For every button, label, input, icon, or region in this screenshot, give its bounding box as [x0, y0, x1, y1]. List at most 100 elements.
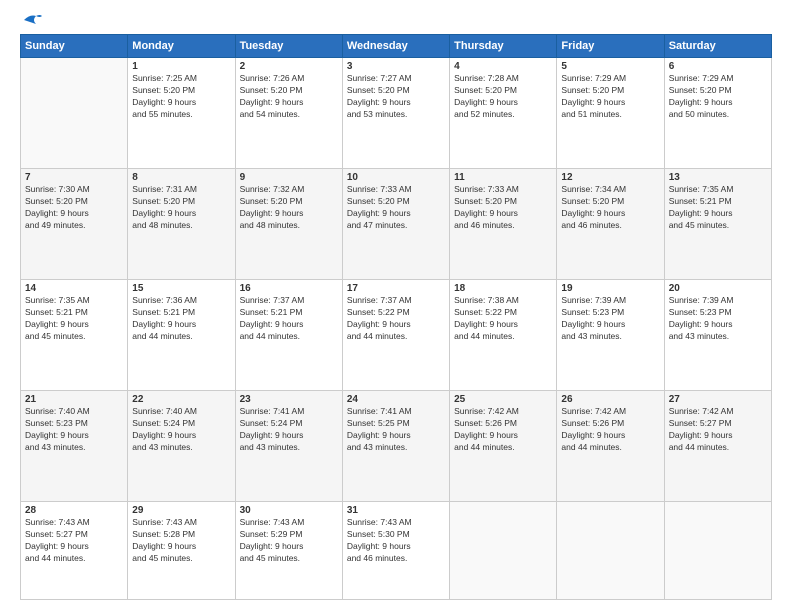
day-info: Sunrise: 7:33 AMSunset: 5:20 PMDaylight:… — [454, 184, 552, 232]
calendar-cell: 13Sunrise: 7:35 AMSunset: 5:21 PMDayligh… — [664, 169, 771, 280]
day-number: 21 — [25, 394, 123, 405]
header — [20, 16, 772, 24]
calendar-week-row: 7Sunrise: 7:30 AMSunset: 5:20 PMDaylight… — [21, 169, 772, 280]
calendar-cell: 26Sunrise: 7:42 AMSunset: 5:26 PMDayligh… — [557, 391, 664, 502]
day-info: Sunrise: 7:32 AMSunset: 5:20 PMDaylight:… — [240, 184, 338, 232]
day-number: 1 — [132, 61, 230, 72]
calendar-cell — [21, 58, 128, 169]
calendar-header-sunday: Sunday — [21, 35, 128, 58]
calendar-header-friday: Friday — [557, 35, 664, 58]
day-number: 29 — [132, 505, 230, 516]
calendar-header-saturday: Saturday — [664, 35, 771, 58]
calendar-header-tuesday: Tuesday — [235, 35, 342, 58]
day-number: 20 — [669, 283, 767, 294]
calendar-cell: 29Sunrise: 7:43 AMSunset: 5:28 PMDayligh… — [128, 502, 235, 600]
calendar-header-row: SundayMondayTuesdayWednesdayThursdayFrid… — [21, 35, 772, 58]
day-info: Sunrise: 7:31 AMSunset: 5:20 PMDaylight:… — [132, 184, 230, 232]
calendar-cell — [450, 502, 557, 600]
calendar-week-row: 21Sunrise: 7:40 AMSunset: 5:23 PMDayligh… — [21, 391, 772, 502]
calendar-cell — [664, 502, 771, 600]
day-info: Sunrise: 7:25 AMSunset: 5:20 PMDaylight:… — [132, 73, 230, 121]
calendar-cell: 6Sunrise: 7:29 AMSunset: 5:20 PMDaylight… — [664, 58, 771, 169]
calendar-cell: 19Sunrise: 7:39 AMSunset: 5:23 PMDayligh… — [557, 280, 664, 391]
day-number: 10 — [347, 172, 445, 183]
calendar-cell: 4Sunrise: 7:28 AMSunset: 5:20 PMDaylight… — [450, 58, 557, 169]
day-info: Sunrise: 7:27 AMSunset: 5:20 PMDaylight:… — [347, 73, 445, 121]
day-number: 16 — [240, 283, 338, 294]
day-info: Sunrise: 7:30 AMSunset: 5:20 PMDaylight:… — [25, 184, 123, 232]
calendar-cell: 15Sunrise: 7:36 AMSunset: 5:21 PMDayligh… — [128, 280, 235, 391]
calendar-cell: 27Sunrise: 7:42 AMSunset: 5:27 PMDayligh… — [664, 391, 771, 502]
calendar-week-row: 1Sunrise: 7:25 AMSunset: 5:20 PMDaylight… — [21, 58, 772, 169]
calendar-header-thursday: Thursday — [450, 35, 557, 58]
day-number: 12 — [561, 172, 659, 183]
calendar-cell: 21Sunrise: 7:40 AMSunset: 5:23 PMDayligh… — [21, 391, 128, 502]
day-number: 5 — [561, 61, 659, 72]
calendar-cell: 30Sunrise: 7:43 AMSunset: 5:29 PMDayligh… — [235, 502, 342, 600]
day-number: 19 — [561, 283, 659, 294]
day-info: Sunrise: 7:37 AMSunset: 5:22 PMDaylight:… — [347, 295, 445, 343]
calendar-cell: 20Sunrise: 7:39 AMSunset: 5:23 PMDayligh… — [664, 280, 771, 391]
calendar-cell: 24Sunrise: 7:41 AMSunset: 5:25 PMDayligh… — [342, 391, 449, 502]
day-info: Sunrise: 7:40 AMSunset: 5:24 PMDaylight:… — [132, 406, 230, 454]
calendar-cell: 23Sunrise: 7:41 AMSunset: 5:24 PMDayligh… — [235, 391, 342, 502]
day-number: 27 — [669, 394, 767, 405]
day-number: 26 — [561, 394, 659, 405]
calendar-cell: 1Sunrise: 7:25 AMSunset: 5:20 PMDaylight… — [128, 58, 235, 169]
day-number: 28 — [25, 505, 123, 516]
day-info: Sunrise: 7:42 AMSunset: 5:26 PMDaylight:… — [561, 406, 659, 454]
day-info: Sunrise: 7:41 AMSunset: 5:24 PMDaylight:… — [240, 406, 338, 454]
day-info: Sunrise: 7:34 AMSunset: 5:20 PMDaylight:… — [561, 184, 659, 232]
day-number: 9 — [240, 172, 338, 183]
day-number: 30 — [240, 505, 338, 516]
day-number: 31 — [347, 505, 445, 516]
day-info: Sunrise: 7:43 AMSunset: 5:27 PMDaylight:… — [25, 517, 123, 565]
calendar-week-row: 28Sunrise: 7:43 AMSunset: 5:27 PMDayligh… — [21, 502, 772, 600]
calendar-cell: 12Sunrise: 7:34 AMSunset: 5:20 PMDayligh… — [557, 169, 664, 280]
calendar-cell: 3Sunrise: 7:27 AMSunset: 5:20 PMDaylight… — [342, 58, 449, 169]
day-info: Sunrise: 7:42 AMSunset: 5:27 PMDaylight:… — [669, 406, 767, 454]
day-number: 7 — [25, 172, 123, 183]
day-info: Sunrise: 7:38 AMSunset: 5:22 PMDaylight:… — [454, 295, 552, 343]
day-info: Sunrise: 7:36 AMSunset: 5:21 PMDaylight:… — [132, 295, 230, 343]
day-number: 2 — [240, 61, 338, 72]
calendar-cell: 2Sunrise: 7:26 AMSunset: 5:20 PMDaylight… — [235, 58, 342, 169]
calendar-cell: 22Sunrise: 7:40 AMSunset: 5:24 PMDayligh… — [128, 391, 235, 502]
day-number: 4 — [454, 61, 552, 72]
calendar-cell: 25Sunrise: 7:42 AMSunset: 5:26 PMDayligh… — [450, 391, 557, 502]
calendar-week-row: 14Sunrise: 7:35 AMSunset: 5:21 PMDayligh… — [21, 280, 772, 391]
calendar-cell: 14Sunrise: 7:35 AMSunset: 5:21 PMDayligh… — [21, 280, 128, 391]
day-info: Sunrise: 7:43 AMSunset: 5:28 PMDaylight:… — [132, 517, 230, 565]
day-info: Sunrise: 7:29 AMSunset: 5:20 PMDaylight:… — [561, 73, 659, 121]
day-number: 13 — [669, 172, 767, 183]
day-number: 23 — [240, 394, 338, 405]
day-info: Sunrise: 7:41 AMSunset: 5:25 PMDaylight:… — [347, 406, 445, 454]
day-number: 17 — [347, 283, 445, 294]
day-info: Sunrise: 7:40 AMSunset: 5:23 PMDaylight:… — [25, 406, 123, 454]
calendar-cell: 28Sunrise: 7:43 AMSunset: 5:27 PMDayligh… — [21, 502, 128, 600]
day-info: Sunrise: 7:43 AMSunset: 5:29 PMDaylight:… — [240, 517, 338, 565]
day-info: Sunrise: 7:35 AMSunset: 5:21 PMDaylight:… — [669, 184, 767, 232]
calendar-cell: 10Sunrise: 7:33 AMSunset: 5:20 PMDayligh… — [342, 169, 449, 280]
calendar-cell — [557, 502, 664, 600]
calendar-header-wednesday: Wednesday — [342, 35, 449, 58]
calendar-cell: 9Sunrise: 7:32 AMSunset: 5:20 PMDaylight… — [235, 169, 342, 280]
calendar-cell: 5Sunrise: 7:29 AMSunset: 5:20 PMDaylight… — [557, 58, 664, 169]
calendar-cell: 17Sunrise: 7:37 AMSunset: 5:22 PMDayligh… — [342, 280, 449, 391]
day-info: Sunrise: 7:39 AMSunset: 5:23 PMDaylight:… — [561, 295, 659, 343]
calendar-cell: 18Sunrise: 7:38 AMSunset: 5:22 PMDayligh… — [450, 280, 557, 391]
calendar-cell: 7Sunrise: 7:30 AMSunset: 5:20 PMDaylight… — [21, 169, 128, 280]
day-number: 15 — [132, 283, 230, 294]
day-info: Sunrise: 7:28 AMSunset: 5:20 PMDaylight:… — [454, 73, 552, 121]
day-number: 6 — [669, 61, 767, 72]
day-info: Sunrise: 7:26 AMSunset: 5:20 PMDaylight:… — [240, 73, 338, 121]
day-number: 22 — [132, 394, 230, 405]
day-number: 25 — [454, 394, 552, 405]
day-info: Sunrise: 7:29 AMSunset: 5:20 PMDaylight:… — [669, 73, 767, 121]
day-number: 14 — [25, 283, 123, 294]
day-info: Sunrise: 7:33 AMSunset: 5:20 PMDaylight:… — [347, 184, 445, 232]
day-info: Sunrise: 7:42 AMSunset: 5:26 PMDaylight:… — [454, 406, 552, 454]
day-info: Sunrise: 7:35 AMSunset: 5:21 PMDaylight:… — [25, 295, 123, 343]
day-info: Sunrise: 7:39 AMSunset: 5:23 PMDaylight:… — [669, 295, 767, 343]
calendar-header-monday: Monday — [128, 35, 235, 58]
